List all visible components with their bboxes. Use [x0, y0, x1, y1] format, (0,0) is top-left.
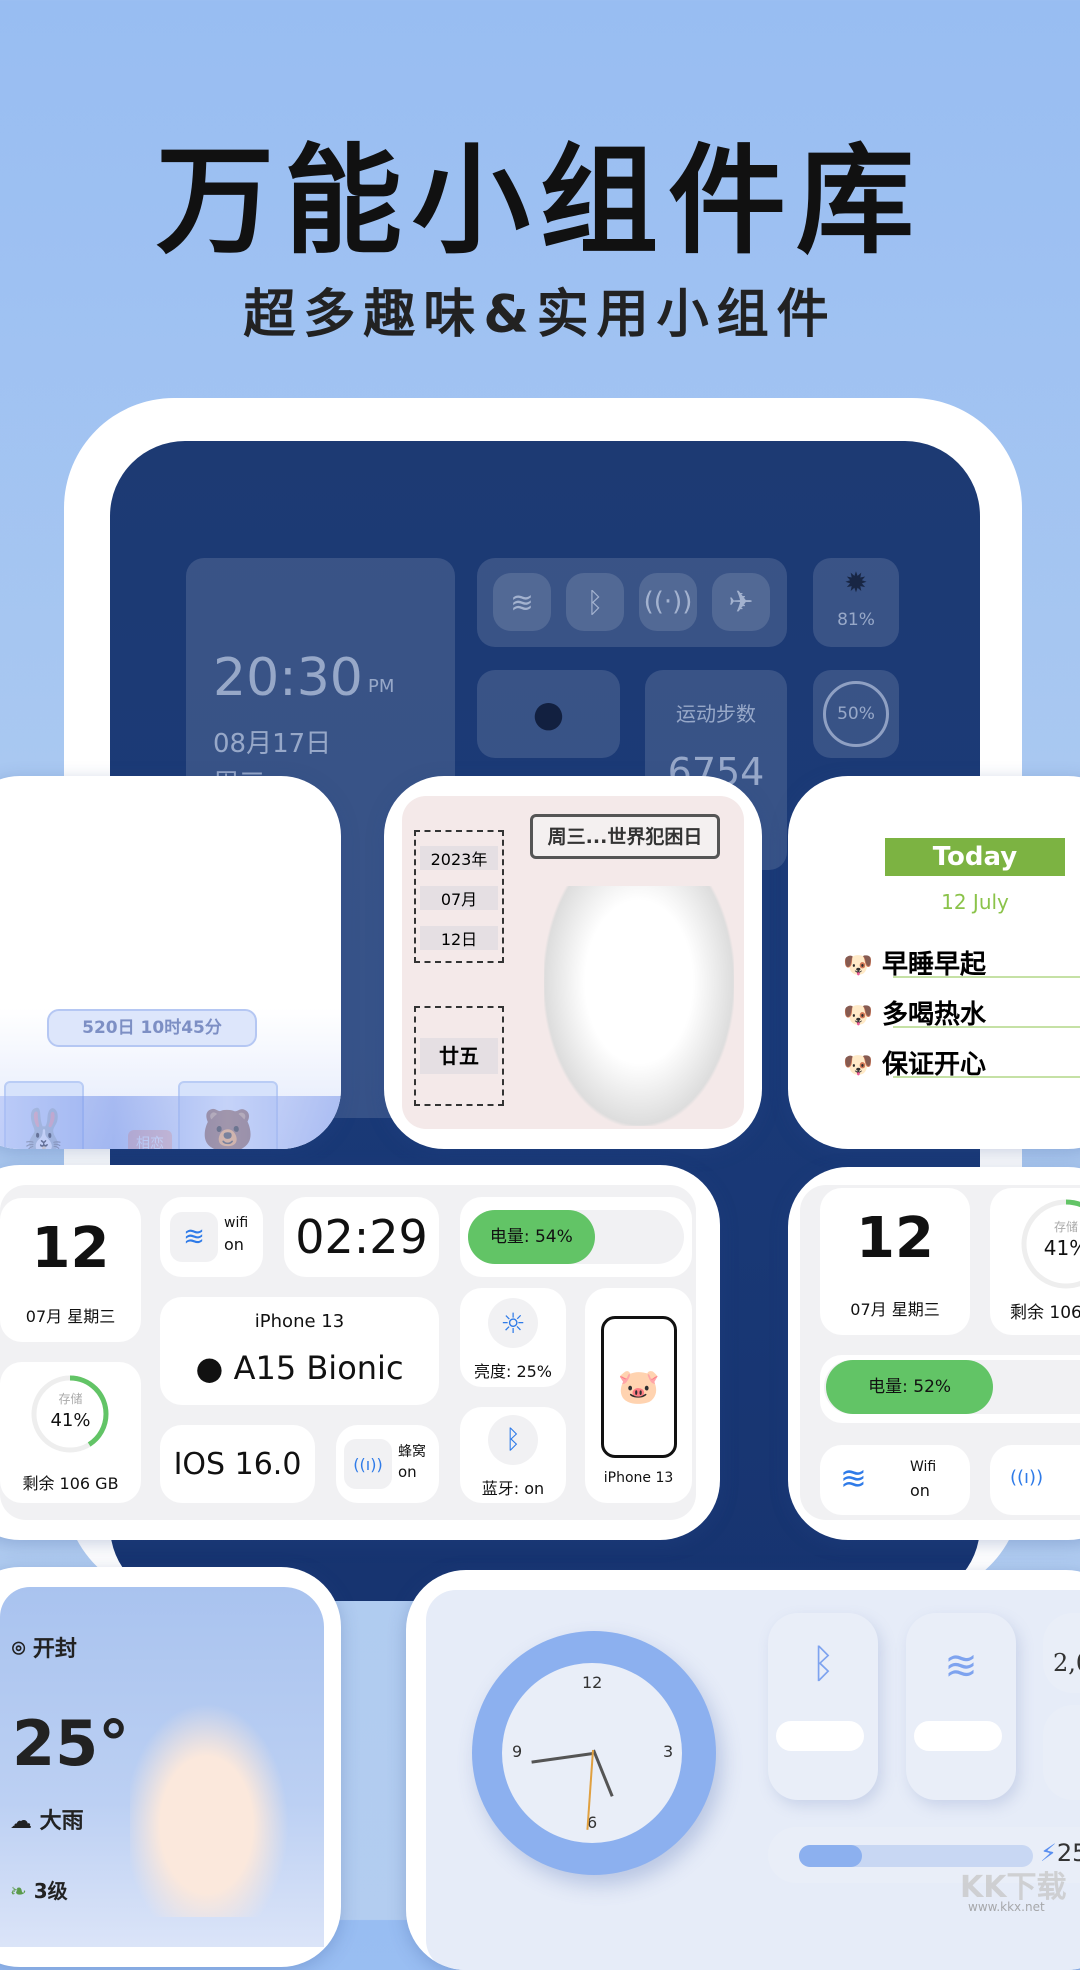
today-banner: Today — [885, 838, 1065, 876]
cellular-icon: ((ı)) — [1010, 1467, 1044, 1488]
storage-value: 41% — [50, 1410, 91, 1431]
cellular-icon[interactable]: ((·)) — [639, 573, 697, 631]
storage-tile: 存储 41% 剩余 106 GB — [0, 1362, 141, 1503]
storage-free: 剩余 106 GB — [22, 1474, 119, 1493]
location-pin-icon: ⌾ — [12, 1637, 26, 1662]
dog-icon: 🐶 — [843, 1001, 873, 1029]
status-widget-2-card[interactable]: 12 07月 星期三 存储 41% 剩余 106 电量: 52% ≋ Wifi … — [788, 1167, 1080, 1540]
leaf-icon: ❧ — [10, 1879, 27, 1903]
dark-brightness-widget[interactable]: ✹ 81% — [813, 558, 899, 647]
bluetooth-icon: ᛒ — [811, 1641, 835, 1687]
bluetooth-toggle[interactable]: ᛒ — [768, 1613, 878, 1800]
page-subtitle: 超多趣味&实用小组件 — [243, 285, 837, 345]
device-tile: iPhone 13 ● A15 Bionic — [160, 1297, 439, 1405]
bear-umbrella-illustration — [130, 1687, 300, 1917]
airplane-icon[interactable]: ✈ — [712, 573, 770, 631]
apple-icon: ● — [195, 1349, 224, 1387]
ring-value: 50% — [823, 681, 889, 747]
weather-condition: 大雨 — [39, 1809, 84, 1834]
wifi-icon: ≋ — [840, 1459, 867, 1497]
bluetooth-icon: ᛒ — [488, 1415, 538, 1465]
rain-cloud-icon: ☁ — [10, 1809, 32, 1834]
temperature: 25° — [12, 1707, 130, 1780]
battery-tile: 电量: 52% — [820, 1355, 1080, 1423]
city-name: 开封 — [32, 1637, 77, 1662]
cellular-tile[interactable]: ((ı)) 蜂窝 on — [336, 1425, 439, 1503]
os-tile: IOS 16.0 — [160, 1425, 315, 1503]
couple-widget-card[interactable]: 🐰 🐻 兔兔 熊熊 相恋 520日 10时45分 — [0, 776, 341, 1149]
dog-icon: 🐶 — [843, 951, 873, 979]
sun-icon: ✹ — [844, 566, 868, 599]
apple-icon: ● — [532, 693, 565, 735]
weather-card[interactable]: ⌾ 开封 25° ☁ 大雨 ❧ 3级 — [0, 1567, 341, 1967]
dark-ring-widget[interactable]: 50% — [813, 670, 899, 758]
brightness-tile[interactable]: ☼ 亮度: 25% — [460, 1288, 566, 1387]
girl-illustration — [544, 886, 734, 1126]
todo-date: 12 July — [941, 890, 1009, 914]
dog-icon: 🐶 — [843, 1051, 873, 1079]
cellular-tile[interactable]: ((ı)) — [990, 1445, 1080, 1515]
clock-number: 9 — [512, 1742, 523, 1761]
time-tile: 02:29 — [284, 1197, 439, 1277]
bluetooth-tile[interactable]: ᛒ 蓝牙: on — [460, 1407, 566, 1503]
calendar-girl-card[interactable]: 周三...世界犯困日 2023年 07月 12日 廿五 — [384, 776, 762, 1149]
wifi-icon: ≋ — [944, 1643, 978, 1689]
calendar-month: 07月 — [420, 886, 498, 910]
date-text: 07月 星期三 — [25, 1307, 116, 1326]
battery-tile: 电量: 54% — [460, 1197, 692, 1277]
bluetooth-icon[interactable]: ᛒ — [566, 573, 624, 631]
dark-brightness-value: 81% — [837, 610, 875, 630]
battery-bar: 电量: 52% — [826, 1360, 994, 1414]
dark-connectivity-widget: ≋ ᛒ ((·)) ✈ — [477, 558, 787, 647]
data-usage-tile[interactable]: 2,0 — [1043, 1613, 1080, 1693]
phone-sticker-icon: 🐷 — [601, 1316, 677, 1458]
page-title: 万能小组件库 — [155, 132, 924, 270]
speech-bubble: 周三...世界犯困日 — [530, 814, 720, 859]
sun-icon: ☼ — [488, 1298, 538, 1348]
wifi-icon[interactable]: ≋ — [493, 573, 551, 631]
wifi-tile[interactable]: ≋ wifi on — [160, 1197, 263, 1277]
flower-decoration — [0, 1096, 341, 1149]
duration-text: 520日 10时45分 — [47, 1009, 257, 1047]
storage-tile: 存储 41% 剩余 106 — [990, 1188, 1080, 1335]
phone-tile: 🐷 iPhone 13 — [585, 1288, 692, 1503]
wifi-toggle[interactable]: ≋ — [906, 1613, 1016, 1800]
dark-date: 08月17日 — [213, 729, 332, 759]
watermark-url: www.kkx.net — [968, 1900, 1045, 1914]
todo-card[interactable]: Today 12 July 🐶 早睡早起 🐶 多喝热水 🐶 保证开心 — [788, 776, 1080, 1149]
wifi-icon: ≋ — [170, 1212, 218, 1262]
clock-number: 3 — [663, 1742, 674, 1761]
date-tile: 12 07月 星期三 — [820, 1188, 970, 1335]
lunar-date: 廿五 — [420, 1038, 498, 1074]
cellular-icon: ((ı)) — [344, 1439, 392, 1489]
wifi-tile[interactable]: ≋ Wifi on — [820, 1445, 970, 1515]
dark-apple-widget[interactable]: ● — [477, 670, 620, 758]
clock-number: 12 — [582, 1673, 603, 1692]
calendar-year: 2023年 — [420, 846, 498, 870]
steps-label: 运动步数 — [676, 702, 756, 726]
dark-ampm: PM — [368, 676, 395, 697]
calendar-day: 12日 — [420, 926, 498, 950]
battery-bar: 电量: 54% — [468, 1210, 595, 1264]
wind-level: 3级 — [33, 1879, 68, 1903]
status-widget-card[interactable]: 12 07月 星期三 ≋ wifi on 02:29 电量: 54% 存储 41… — [0, 1165, 720, 1540]
date-tile: 12 07月 星期三 — [0, 1198, 141, 1342]
toggle-tile[interactable] — [1043, 1705, 1080, 1800]
day-number: 12 — [31, 1216, 110, 1281]
dark-time: 20:30 — [213, 648, 363, 708]
